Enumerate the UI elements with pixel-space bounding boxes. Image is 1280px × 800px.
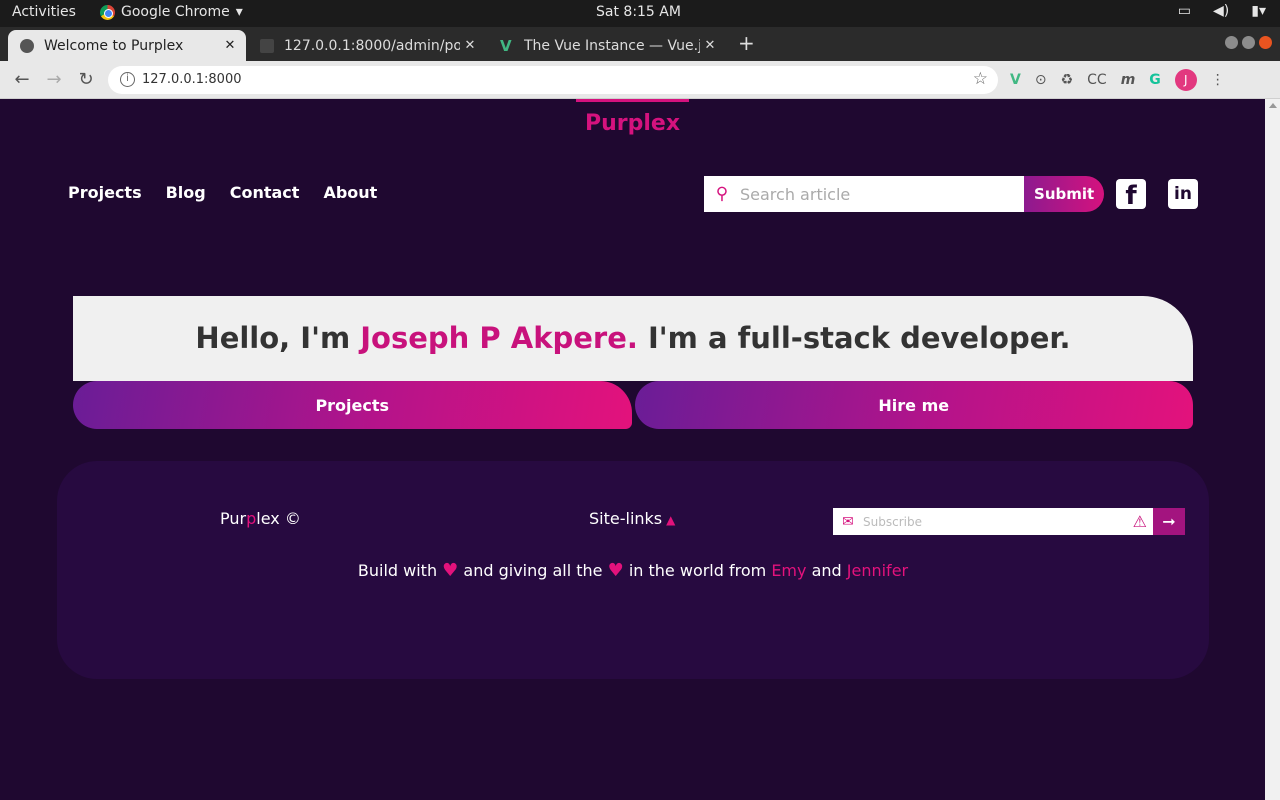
- url-text[interactable]: 127.0.0.1:8000: [142, 72, 242, 87]
- copyright-part: Pur: [220, 509, 247, 528]
- tab-strip: Welcome to Purplex ✕ 127.0.0.1:8000/admi…: [0, 27, 1280, 61]
- author-link-jennifer[interactable]: Jennifer: [847, 561, 908, 580]
- site-links-toggle[interactable]: Site-links ▲: [589, 509, 675, 528]
- brand-accent-bar: [576, 99, 689, 102]
- network-icon[interactable]: ▭: [1178, 3, 1191, 19]
- chevron-up-icon: ▲: [666, 513, 676, 527]
- facebook-icon[interactable]: f: [1116, 179, 1146, 211]
- app-menu[interactable]: Google Chrome ▾: [100, 4, 243, 20]
- nav-blog[interactable]: Blog: [166, 183, 206, 202]
- recycle-icon[interactable]: ♻: [1061, 72, 1074, 88]
- nav-contact[interactable]: Contact: [230, 183, 300, 202]
- globe-icon: [20, 38, 34, 53]
- page-viewport: Purplex Projects Blog Contact About ⚲ Su…: [0, 99, 1265, 800]
- nav-about[interactable]: About: [323, 183, 377, 202]
- close-window-icon[interactable]: [1259, 36, 1272, 49]
- arrow-right-icon: ➞: [1162, 512, 1176, 531]
- back-icon[interactable]: ←: [10, 68, 34, 92]
- profile-avatar[interactable]: J: [1174, 69, 1197, 91]
- copyright-part: lex ©: [256, 509, 301, 528]
- site-links-label: Site-links: [589, 509, 663, 528]
- mail-icon: ✉: [842, 513, 854, 530]
- tab-vue[interactable]: V The Vue Instance — Vue.js ✕: [488, 30, 726, 61]
- vue-icon: V: [500, 36, 512, 55]
- bookmark-star-icon[interactable]: ☆: [973, 69, 988, 89]
- tab-title: The Vue Instance — Vue.js: [524, 37, 700, 54]
- hero-greeting: Hello, I'm: [195, 321, 361, 355]
- heart-icon: ♥: [607, 560, 624, 581]
- page-scrollbar[interactable]: [1265, 99, 1280, 800]
- window-controls: [1225, 36, 1272, 49]
- credits-text: and: [806, 561, 847, 580]
- maximize-icon[interactable]: [1242, 36, 1255, 49]
- new-tab-button[interactable]: +: [738, 31, 755, 55]
- forward-icon[interactable]: →: [42, 68, 66, 92]
- app-name: Google Chrome: [121, 4, 230, 20]
- credits-text: in the world from: [623, 561, 772, 580]
- close-tab-icon[interactable]: ✕: [460, 38, 480, 53]
- system-top-bar: Activities Google Chrome ▾ Sat 8:15 AM ▭…: [0, 0, 1280, 27]
- browser-toolbar: ← → ↻ i 127.0.0.1:8000 ☆ V ⊙ ♻ CC m G J …: [0, 61, 1280, 99]
- menu-kebab-icon[interactable]: ⋮: [1211, 72, 1225, 88]
- projects-button[interactable]: Projects: [73, 381, 632, 429]
- site-footer: Purplex © Site-links▲ ✉ ⚠ ➞ Build with ♥…: [57, 461, 1209, 679]
- footer-copyright: Purplex ©: [220, 509, 301, 528]
- nav-projects[interactable]: Projects: [68, 183, 142, 202]
- tab-purplex[interactable]: Welcome to Purplex ✕: [8, 30, 246, 61]
- activities-button[interactable]: Activities: [12, 4, 76, 20]
- close-tab-icon[interactable]: ✕: [220, 38, 240, 53]
- clock[interactable]: Sat 8:15 AM: [596, 4, 681, 20]
- linkedin-icon[interactable]: in: [1168, 179, 1198, 209]
- minimize-icon[interactable]: [1225, 36, 1238, 49]
- reload-icon[interactable]: ↻: [74, 68, 98, 92]
- close-tab-icon[interactable]: ✕: [700, 38, 720, 53]
- volume-icon[interactable]: ◀): [1213, 3, 1229, 19]
- extensions-area: V ⊙ ♻ CC m G J ⋮: [1010, 69, 1225, 91]
- hero-tagline: I'm a full-stack developer.: [637, 321, 1071, 355]
- tab-admin[interactable]: 127.0.0.1:8000/admin/pos ✕: [248, 30, 486, 61]
- grammarly-icon[interactable]: G: [1149, 72, 1161, 88]
- search-input[interactable]: [740, 184, 1020, 204]
- info-icon[interactable]: i: [120, 72, 135, 87]
- hire-me-button[interactable]: Hire me: [634, 381, 1193, 429]
- subscribe-input[interactable]: [863, 514, 1113, 529]
- footer-credits: Build with ♥ and giving all the ♥ in the…: [57, 560, 1209, 581]
- dropdown-arrow-icon: ▾: [235, 4, 243, 20]
- chrome-icon: [100, 4, 115, 20]
- extension-icon[interactable]: ⊙: [1035, 72, 1047, 88]
- search-field: ⚲: [704, 176, 1025, 212]
- main-nav: Projects Blog Contact About: [68, 183, 377, 202]
- copyright-part: p: [246, 509, 257, 528]
- credits-text: and giving all the: [458, 561, 608, 580]
- hero-name: Joseph P Akpere.: [360, 321, 638, 355]
- subscribe-submit-button[interactable]: ➞: [1153, 508, 1185, 535]
- battery-icon[interactable]: ▮▾: [1251, 3, 1266, 19]
- search-form: ⚲ Submit: [704, 176, 1104, 212]
- cc-icon[interactable]: CC: [1087, 72, 1107, 88]
- hero-buttons: Projects Hire me: [73, 381, 1193, 429]
- heart-icon: ♥: [442, 560, 459, 581]
- subscribe-field: ✉ ⚠: [833, 508, 1153, 535]
- address-bar[interactable]: i 127.0.0.1:8000 ☆: [108, 66, 998, 94]
- system-tray[interactable]: ▭ ◀) ▮▾: [1178, 3, 1266, 19]
- credits-text: Build with: [357, 561, 443, 580]
- site-icon: [260, 38, 274, 53]
- hero-card: Hello, I'm Joseph P Akpere. I'm a full-s…: [73, 296, 1193, 429]
- subscribe-form: ✉ ⚠ ➞: [833, 508, 1185, 535]
- m-extension-icon[interactable]: m: [1121, 72, 1136, 88]
- hero-heading: Hello, I'm Joseph P Akpere. I'm a full-s…: [73, 296, 1193, 381]
- site-logo[interactable]: Purplex: [0, 111, 1265, 136]
- tab-title: Welcome to Purplex: [44, 37, 184, 54]
- vue-devtools-icon[interactable]: V: [1010, 72, 1021, 88]
- author-link-emy[interactable]: Emy: [771, 561, 806, 580]
- search-submit-button[interactable]: Submit: [1024, 176, 1104, 212]
- warning-icon: ⚠: [1132, 512, 1147, 531]
- tab-title: 127.0.0.1:8000/admin/pos: [284, 37, 460, 54]
- search-icon: ⚲: [715, 184, 729, 204]
